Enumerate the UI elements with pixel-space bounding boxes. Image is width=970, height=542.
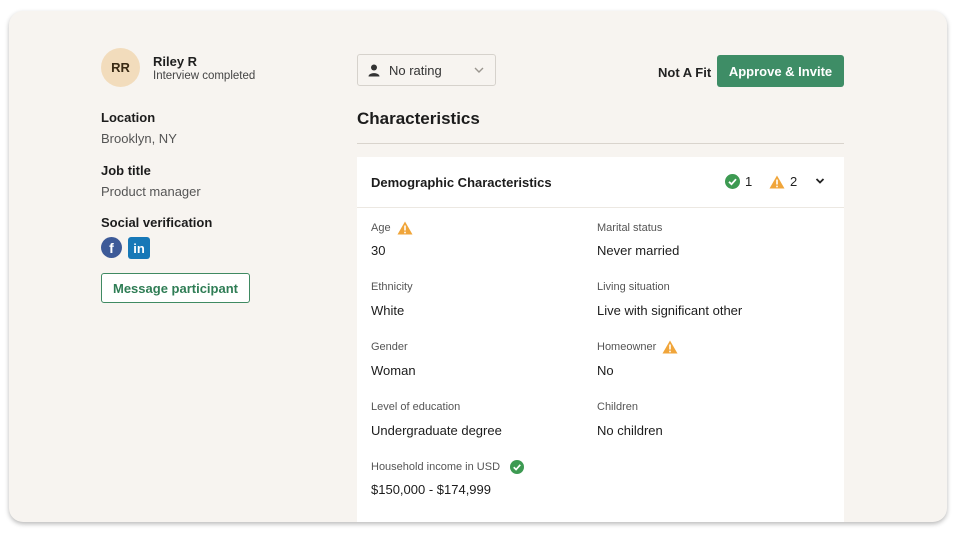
living-situation-label: Living situation [597,281,670,293]
approve-invite-button[interactable]: Approve & Invite [717,55,844,87]
age-label: Age [371,221,413,235]
warning-triangle-icon [397,221,413,235]
warning-count-value: 2 [790,174,798,189]
job-title-value: Product manager [101,184,201,199]
divider [357,143,844,144]
ethnicity-value: White [371,303,405,318]
education-value: Undergraduate degree [371,423,502,438]
household-income-value: $150,000 - $174,999 [371,482,491,497]
location-value: Brooklyn, NY [101,131,177,146]
gender-label: Gender [371,341,408,353]
age-label-text: Age [371,222,391,234]
job-title-label: Job title [101,163,151,178]
check-circle-icon [725,174,740,189]
homeowner-label: Homeowner [597,340,678,354]
household-income-label-text: Household income in USD [371,461,501,473]
facebook-icon[interactable]: f [101,237,122,258]
person-icon [368,64,380,77]
avatar: RR [101,48,140,87]
age-value: 30 [371,243,386,258]
demographic-panel-header[interactable]: Demographic Characteristics 1 2 [357,157,844,208]
not-a-fit-button[interactable]: Not A Fit [658,65,711,80]
children-label: Children [597,401,638,413]
rating-dropdown[interactable]: No rating [357,54,496,86]
participant-status: Interview completed [153,70,256,82]
participant-name: Riley R [153,54,198,69]
rating-value: No rating [389,62,442,78]
section-title: Characteristics [357,109,480,128]
location-label: Location [101,110,156,125]
living-situation-value: Live with significant other [597,303,743,318]
linkedin-icon[interactable]: in [128,237,150,259]
homeowner-label-text: Homeowner [597,341,657,353]
chevron-down-icon[interactable] [815,176,825,186]
message-participant-button[interactable]: Message participant [101,273,250,303]
check-circle-icon [510,460,525,474]
children-value: No children [597,423,663,438]
warning-count: 2 [769,174,797,189]
chevron-down-icon [473,64,485,76]
demographic-panel-title: Demographic Characteristics [371,175,552,190]
social-verification-label: Social verification [101,215,213,230]
warning-triangle-icon [769,175,785,189]
gender-value: Woman [371,363,416,378]
social-icons: f in [101,237,150,259]
marital-status-label: Marital status [597,222,663,234]
verified-count: 1 [725,174,752,189]
education-label: Level of education [371,401,461,413]
participant-card: RR Riley R Interview completed Location … [9,11,947,522]
verified-count-value: 1 [745,174,753,189]
marital-status-value: Never married [597,243,680,258]
demographic-panel: Demographic Characteristics 1 2 Age 30 M… [357,157,844,522]
ethnicity-label: Ethnicity [371,281,413,293]
warning-triangle-icon [662,340,678,354]
household-income-label: Household income in USD [371,460,525,474]
homeowner-value: No [597,363,614,378]
